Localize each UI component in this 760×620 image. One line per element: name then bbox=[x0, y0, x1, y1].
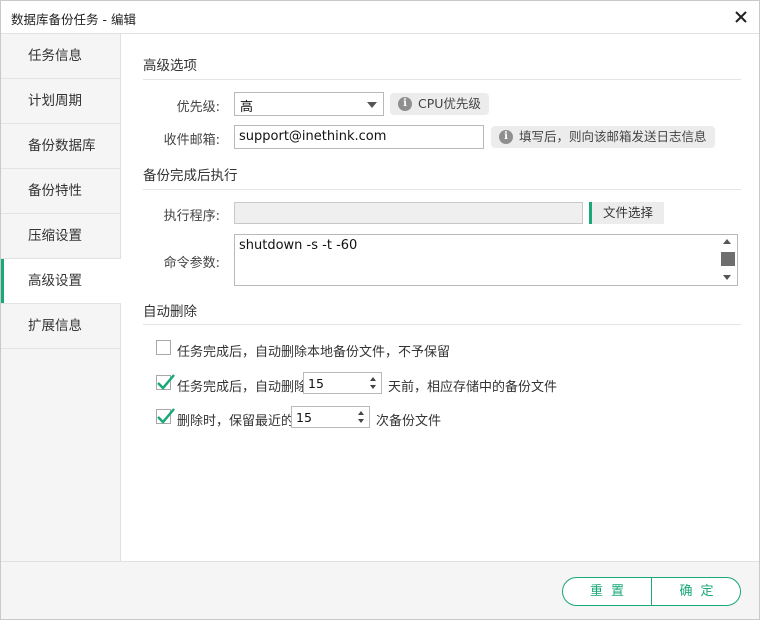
textarea-scrollbar[interactable] bbox=[719, 235, 737, 285]
priority-label: 优先级: bbox=[176, 100, 220, 115]
args-textarea[interactable]: shutdown -s -t -60 bbox=[234, 234, 738, 286]
email-label: 收件邮箱: bbox=[163, 133, 220, 148]
spin-up-icon[interactable] bbox=[370, 377, 376, 381]
sidebar-item-backup-database[interactable]: 备份数据库 bbox=[1, 124, 120, 169]
confirm-button[interactable]: 确定 bbox=[652, 578, 740, 605]
sidebar-item-label: 高级设置 bbox=[28, 273, 82, 289]
scroll-thumb[interactable] bbox=[721, 252, 735, 266]
info-icon: i bbox=[398, 97, 412, 111]
priority-hint: i CPU优先级 bbox=[390, 93, 489, 115]
sidebar-item-label: 备份特性 bbox=[28, 183, 82, 199]
delete-days-spinner[interactable]: 15 bbox=[303, 372, 382, 394]
delete-days-checkbox[interactable] bbox=[156, 374, 175, 390]
sidebar-nav: 任务信息 计划周期 备份数据库 备份特性 压缩设置 高级设置 扩展信息 bbox=[1, 34, 121, 561]
delete-days-label-before: 任务完成后，自动删除 bbox=[177, 380, 308, 395]
keep-recent-value: 15 bbox=[296, 410, 312, 425]
scroll-down-icon[interactable] bbox=[723, 275, 731, 280]
keep-recent-label-before: 删除时，保留最近的 bbox=[177, 414, 295, 429]
section-title-auto-delete: 自动删除 bbox=[143, 304, 197, 320]
args-value: shutdown -s -t -60 bbox=[239, 238, 358, 253]
sidebar-item-extension[interactable]: 扩展信息 bbox=[1, 304, 120, 349]
sidebar-item-backup-features[interactable]: 备份特性 bbox=[1, 169, 120, 214]
email-input[interactable]: support@inethink.com bbox=[234, 125, 484, 149]
section-title-advanced: 高级选项 bbox=[143, 58, 197, 74]
delete-days-label-after: 天前，相应存储中的备份文件 bbox=[388, 380, 558, 395]
section-divider bbox=[143, 79, 741, 80]
keep-recent-checkbox[interactable] bbox=[156, 408, 175, 424]
chevron-down-icon bbox=[367, 102, 377, 108]
delete-days-value: 15 bbox=[308, 376, 324, 391]
sidebar-item-schedule[interactable]: 计划周期 bbox=[1, 79, 120, 124]
dialog-window: 数据库备份任务 - 编辑 任务信息 计划周期 备份数据库 备份特性 压缩设置 高… bbox=[0, 0, 760, 620]
delete-local-label: 任务完成后，自动删除本地备份文件，不予保留 bbox=[177, 345, 451, 360]
sidebar-item-advanced[interactable]: 高级设置 bbox=[1, 259, 121, 304]
content-panel: 高级选项 优先级: 高 i CPU优先级 收件邮箱: support@ineth… bbox=[122, 34, 759, 561]
window-title: 数据库备份任务 - 编辑 bbox=[11, 12, 136, 27]
args-label: 命令参数: bbox=[163, 256, 220, 271]
sidebar-item-label: 扩展信息 bbox=[28, 318, 82, 334]
sidebar-item-label: 任务信息 bbox=[28, 48, 82, 64]
priority-value: 高 bbox=[240, 100, 254, 115]
sidebar-item-label: 压缩设置 bbox=[28, 228, 82, 244]
program-input[interactable] bbox=[234, 202, 583, 224]
reset-button[interactable]: 重置 bbox=[563, 578, 652, 605]
sidebar-item-label: 计划周期 bbox=[28, 93, 82, 109]
spin-down-icon[interactable] bbox=[358, 419, 364, 423]
email-hint-text: 填写后，则向该邮箱发送日志信息 bbox=[519, 129, 707, 144]
program-label: 执行程序: bbox=[163, 209, 220, 224]
action-button-group: 重置 确定 bbox=[562, 577, 741, 606]
file-select-button[interactable]: 文件选择 bbox=[589, 202, 664, 224]
spin-down-icon[interactable] bbox=[370, 385, 376, 389]
checkmark-icon bbox=[157, 408, 175, 424]
keep-recent-label-after: 次备份文件 bbox=[376, 414, 442, 429]
email-hint: i 填写后，则向该邮箱发送日志信息 bbox=[491, 126, 715, 148]
checkmark-icon bbox=[157, 374, 175, 390]
delete-local-checkbox[interactable] bbox=[156, 340, 171, 355]
keep-recent-spinner[interactable]: 15 bbox=[291, 406, 370, 428]
section-title-post-exec: 备份完成后执行 bbox=[143, 168, 238, 184]
sidebar-item-task-info[interactable]: 任务信息 bbox=[1, 34, 120, 79]
close-icon[interactable] bbox=[731, 7, 751, 27]
sidebar-item-label: 备份数据库 bbox=[28, 138, 96, 154]
priority-hint-text: CPU优先级 bbox=[418, 96, 481, 111]
priority-select[interactable]: 高 bbox=[234, 92, 384, 116]
info-icon: i bbox=[499, 130, 513, 144]
title-bar: 数据库备份任务 - 编辑 bbox=[1, 1, 759, 34]
dialog-footer: 重置 确定 bbox=[1, 561, 759, 619]
spin-up-icon[interactable] bbox=[358, 411, 364, 415]
section-divider bbox=[143, 189, 741, 190]
sidebar-item-compression[interactable]: 压缩设置 bbox=[1, 214, 120, 259]
section-divider bbox=[143, 324, 741, 325]
email-value: support@inethink.com bbox=[239, 129, 387, 144]
scroll-up-icon[interactable] bbox=[723, 239, 731, 244]
